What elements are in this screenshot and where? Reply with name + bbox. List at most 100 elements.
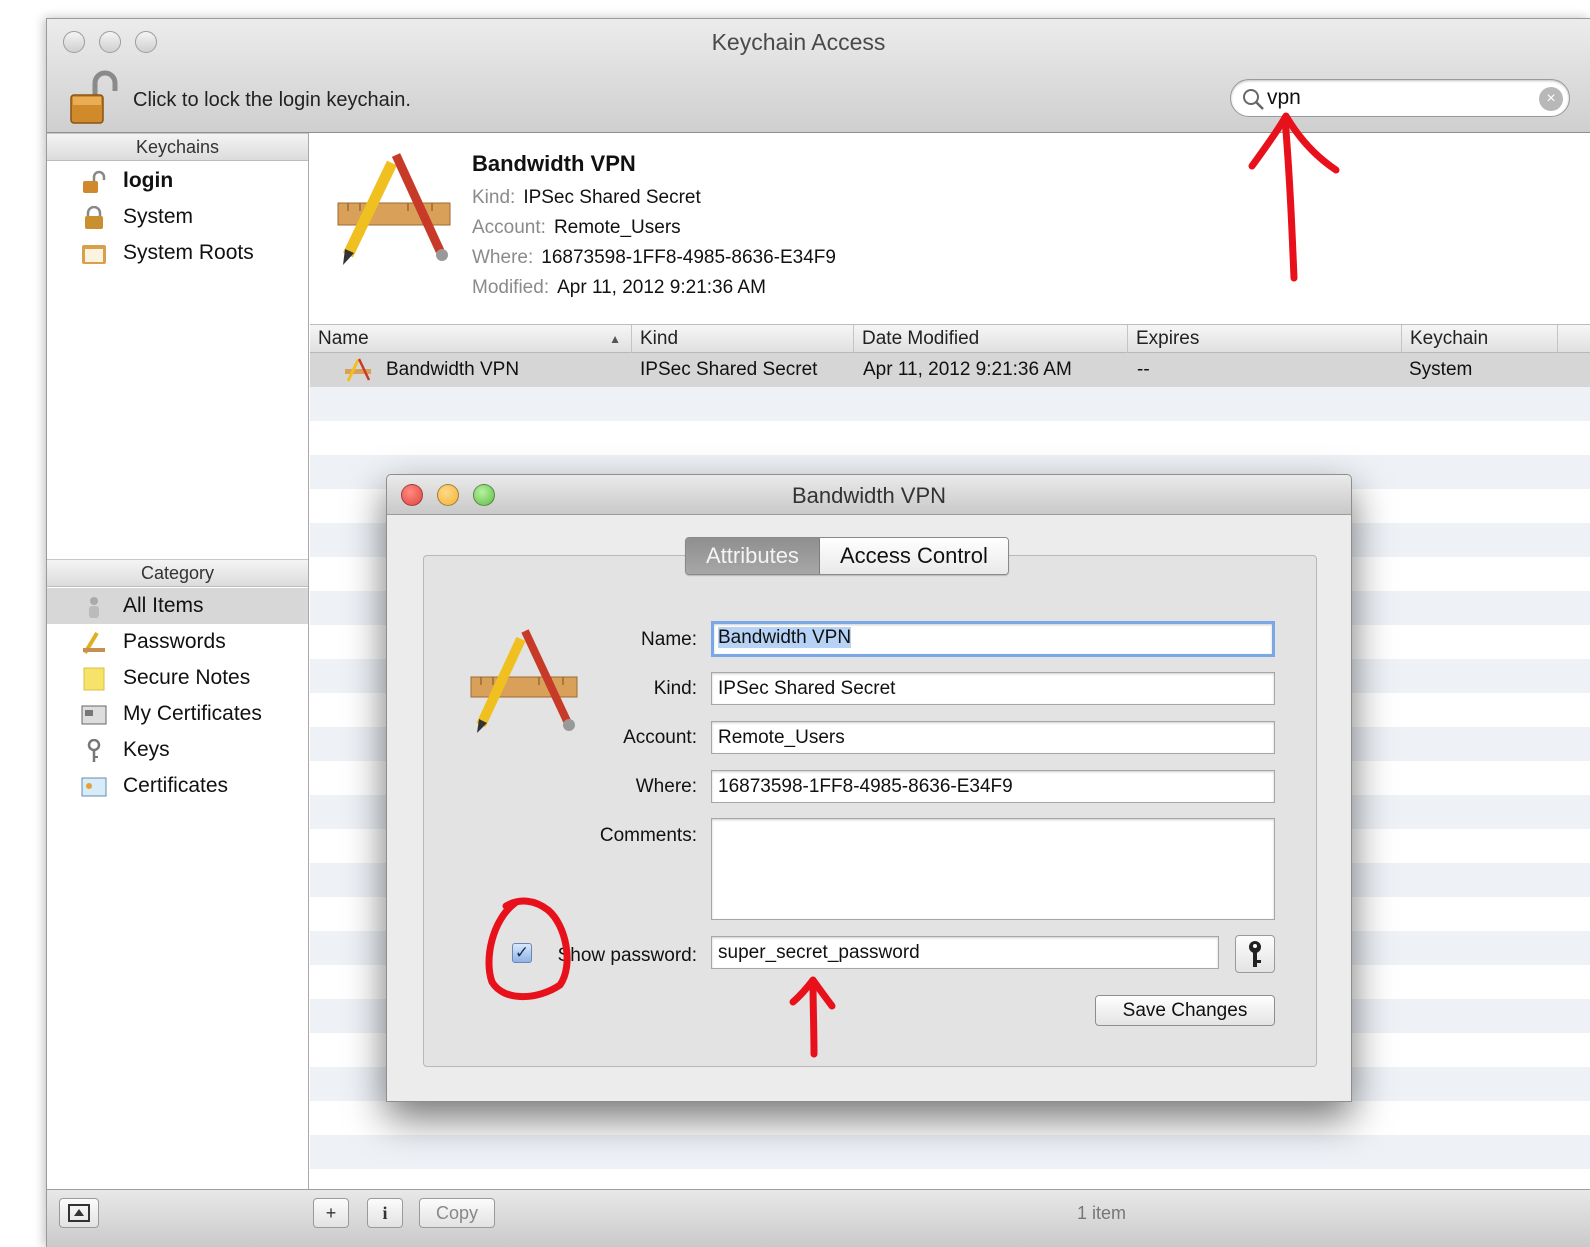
unlocked-padlock-icon[interactable] (69, 69, 121, 125)
detail-value: Remote_Users (553, 217, 681, 238)
item-detail-panel: Bandwidth VPN Kind: IPSec Shared Secret A… (310, 133, 1590, 325)
cell-expires: -- (1137, 359, 1150, 380)
sidebar-item-label: All Items (123, 594, 204, 617)
get-info-button[interactable]: i (367, 1198, 403, 1228)
kind-label: Kind: (653, 678, 697, 699)
id-card-icon (81, 705, 107, 725)
table-row[interactable]: Bandwidth VPN IPSec Shared Secret Apr 11… (310, 353, 1590, 387)
cell-name: Bandwidth VPN (386, 359, 520, 380)
pencil-ruler-icon (83, 631, 105, 655)
column-label: Date Modified (862, 328, 980, 349)
item-info-dialog: Bandwidth VPN Attributes Access Control … (386, 474, 1352, 1102)
detail-key: Modified: (472, 277, 550, 298)
sidebar-item-secure-notes[interactable]: Secure Notes (47, 660, 308, 696)
cell-kind: IPSec Shared Secret (640, 359, 818, 380)
search-field[interactable]: × (1230, 79, 1570, 117)
column-header-keychain[interactable]: Keychain (1402, 325, 1558, 353)
category-header: Category (47, 559, 308, 587)
toggle-sidebar-button[interactable] (59, 1198, 99, 1228)
window-title: Keychain Access (711, 29, 886, 55)
column-header-name[interactable]: Name ▲ (310, 325, 632, 353)
sidebar-toggle-icon (68, 1204, 90, 1222)
dialog-titlebar: Bandwidth VPN (387, 475, 1351, 515)
toolbar: Keychain Access Click to lock the login … (47, 19, 1590, 133)
name-field[interactable]: Bandwidth VPN (711, 621, 1275, 657)
sidebar-item-system[interactable]: System (47, 199, 308, 235)
column-header-date-modified[interactable]: Date Modified (854, 325, 1128, 353)
name-value: Bandwidth VPN (718, 627, 852, 648)
show-password-label: Show password: (557, 945, 697, 966)
cell-keychain: System (1409, 359, 1473, 380)
keychain-key-button[interactable] (1235, 935, 1275, 973)
add-item-button[interactable]: + (313, 1198, 349, 1228)
name-label: Name: (641, 629, 697, 650)
clear-search-icon[interactable]: × (1539, 87, 1563, 111)
cell-date-modified: Apr 11, 2012 9:21:36 AM (863, 359, 1072, 380)
column-label: Name (318, 328, 369, 349)
sidebar-item-label: Keys (123, 738, 170, 761)
detail-value: Apr 11, 2012 9:21:36 AM (557, 277, 766, 298)
tab-attributes[interactable]: Attributes (686, 538, 820, 574)
comments-field[interactable] (711, 818, 1275, 920)
tab-bar: Attributes Access Control (685, 537, 1009, 575)
sidebar-item-system-roots[interactable]: System Roots (47, 235, 308, 271)
unlocked-padlock-icon (83, 170, 106, 193)
sidebar-item-all-items[interactable]: All Items (47, 588, 308, 624)
sidebar-item-label: Secure Notes (123, 666, 251, 689)
tab-access-control[interactable]: Access Control (819, 538, 1008, 574)
certificate-icon (81, 777, 107, 797)
detail-key: Where: (472, 247, 534, 268)
column-header-expires[interactable]: Expires (1128, 325, 1402, 353)
sidebar-item-certificates[interactable]: Certificates (47, 768, 308, 804)
detail-key: Account: (472, 217, 546, 238)
sidebar-item-label: System Roots (123, 241, 254, 264)
detail-modified: Modified: Apr 11, 2012 9:21:36 AM (472, 277, 766, 299)
lock-status-text[interactable]: Click to lock the login keychain. (133, 89, 411, 112)
detail-value: 16873598-1FF8-4985-8636-E34F9 (541, 247, 836, 268)
where-label: Where: (635, 776, 697, 797)
sidebar-item-label: Passwords (123, 630, 226, 653)
item-title: Bandwidth VPN (472, 151, 636, 176)
sidebar-item-login[interactable]: login (47, 163, 308, 199)
sidebar-item-label: Certificates (123, 774, 229, 797)
column-label: Keychain (1410, 328, 1489, 349)
sidebar-item-passwords[interactable]: Passwords (47, 624, 308, 660)
note-icon (83, 667, 105, 691)
copy-button[interactable]: Copy (419, 1198, 495, 1228)
people-icon (89, 597, 99, 618)
search-icon (1243, 89, 1264, 110)
certificate-folder-icon (82, 245, 106, 264)
table-header: Name ▲ Kind Date Modified Expires Keycha… (310, 325, 1590, 353)
padlock-icon (85, 206, 103, 229)
pencil-ruler-icon (345, 358, 371, 382)
sidebar-item-label: login (123, 169, 174, 192)
search-input[interactable] (1267, 84, 1517, 112)
sort-ascending-icon: ▲ (609, 332, 621, 346)
detail-kind: Kind: IPSec Shared Secret (472, 187, 701, 209)
where-field[interactable]: 16873598-1FF8-4985-8636-E34F9 (711, 770, 1275, 803)
key-icon (1249, 941, 1261, 967)
pencil-ruler-icon (337, 153, 451, 265)
save-changes-button[interactable]: Save Changes (1095, 995, 1275, 1026)
detail-account: Account: Remote_Users (472, 217, 681, 239)
dialog-title: Bandwidth VPN (791, 483, 947, 508)
sidebar-item-label: System (123, 205, 194, 228)
column-header-kind[interactable]: Kind (632, 325, 854, 353)
sidebar-item-my-certificates[interactable]: My Certificates (47, 696, 308, 732)
detail-where: Where: 16873598-1FF8-4985-8636-E34F9 (472, 247, 836, 269)
kind-field[interactable]: IPSec Shared Secret (711, 672, 1275, 705)
detail-key: Kind: (472, 187, 516, 208)
sidebar-item-label: My Certificates (123, 702, 262, 725)
account-field[interactable]: Remote_Users (711, 721, 1275, 754)
column-label: Kind (640, 328, 679, 349)
item-count: 1 item (1077, 1203, 1127, 1223)
bottom-bar: + i Copy 1 item (47, 1189, 1590, 1247)
keychains-header: Keychains (47, 133, 308, 161)
column-label: Expires (1136, 328, 1200, 349)
detail-value: IPSec Shared Secret (523, 187, 701, 208)
password-field[interactable]: super_secret_password (711, 936, 1219, 969)
key-icon (87, 739, 101, 762)
sidebar-item-keys[interactable]: Keys (47, 732, 308, 768)
account-label: Account: (623, 727, 697, 748)
comments-label: Comments: (599, 825, 697, 846)
